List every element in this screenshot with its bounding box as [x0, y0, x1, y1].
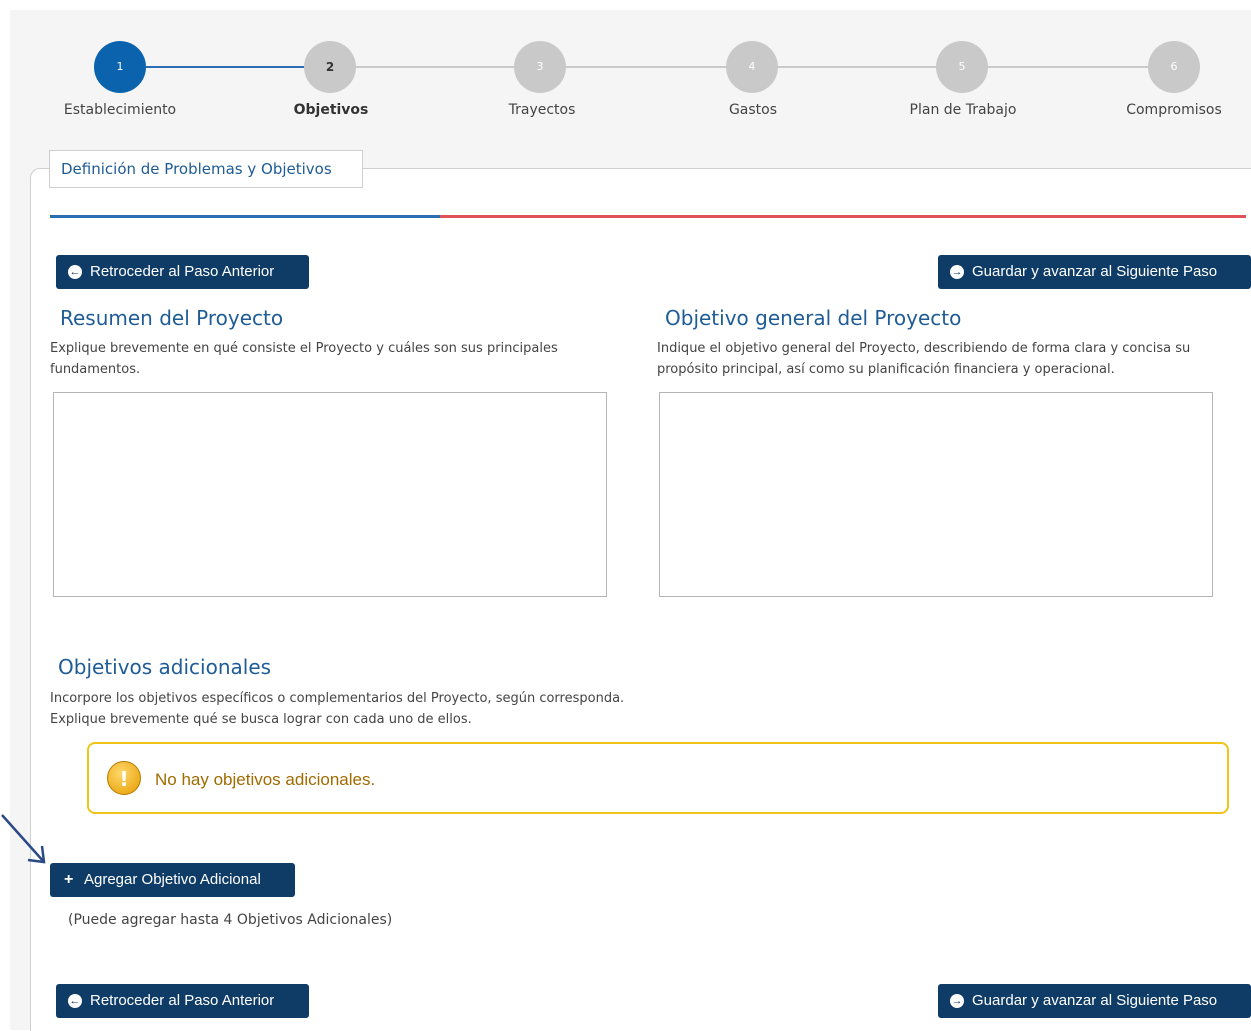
step-4-label[interactable]: Gastos [729, 102, 777, 118]
arrow-left-circle-icon: ← [68, 994, 82, 1008]
step-5-circle[interactable]: 5 [936, 41, 988, 93]
next-button-bottom[interactable]: → Guardar y avanzar al Siguiente Paso [938, 984, 1251, 1018]
step-1-circle[interactable]: 1 [94, 41, 146, 93]
adicionales-description-line1: Incorpore los objetivos específicos o co… [50, 691, 625, 706]
step-connector-1 [146, 66, 304, 68]
step-4-circle[interactable]: 4 [726, 41, 778, 93]
adicionales-title: Objetivos adicionales [58, 655, 272, 679]
step-1-label[interactable]: Establecimiento [64, 102, 176, 118]
plus-icon: + [64, 871, 74, 888]
step-connector-3 [566, 66, 726, 68]
next-button-label: Guardar y avanzar al Siguiente Paso [972, 263, 1218, 280]
section-legend: Definición de Problemas y Objetivos [49, 150, 363, 188]
form-section [30, 168, 1251, 1031]
arrow-right-circle-icon: → [950, 265, 964, 279]
objetivo-general-description: Indique el objetivo general del Proyecto… [657, 341, 1191, 377]
back-button-bottom[interactable]: ← Retroceder al Paso Anterior [56, 984, 309, 1018]
arrow-right-circle-icon: → [950, 994, 964, 1008]
step-connector-4 [778, 66, 936, 68]
next-button-label: Guardar y avanzar al Siguiente Paso [972, 992, 1218, 1009]
step-3-circle[interactable]: 3 [514, 41, 566, 93]
adicionales-description-line2: Explique brevemente qué se busca lograr … [50, 712, 472, 727]
alert-message: No hay objetivos adicionales. [155, 770, 376, 789]
step-connector-5 [988, 66, 1148, 68]
arrow-left-circle-icon: ← [68, 265, 82, 279]
resumen-description: Explique brevemente en qué consiste el P… [50, 341, 558, 377]
resumen-textarea[interactable] [53, 392, 607, 597]
progress-bar-remaining [440, 215, 1246, 218]
step-2-circle[interactable]: 2 [304, 41, 356, 93]
back-button-top[interactable]: ← Retroceder al Paso Anterior [56, 255, 309, 289]
objetivo-general-textarea[interactable] [659, 392, 1213, 597]
no-objectives-alert: ! No hay objetivos adicionales. [87, 742, 1229, 814]
add-objective-button[interactable]: + Agregar Objetivo Adicional [50, 863, 295, 897]
step-connector-2 [356, 66, 514, 68]
adicionales-description: Incorpore los objetivos específicos o co… [50, 688, 850, 730]
step-6-circle[interactable]: 6 [1148, 41, 1200, 93]
back-button-label: Retroceder al Paso Anterior [90, 992, 275, 1009]
step-2-label[interactable]: Objetivos [294, 102, 369, 118]
step-6-label[interactable]: Compromisos [1126, 102, 1222, 118]
back-button-label: Retroceder al Paso Anterior [90, 263, 275, 280]
resumen-title: Resumen del Proyecto [60, 306, 284, 330]
step-3-label[interactable]: Trayectos [509, 102, 576, 118]
objetivo-general-title: Objetivo general del Proyecto [665, 306, 962, 330]
progress-bar-filled [50, 215, 440, 218]
limit-note: (Puede agregar hasta 4 Objetivos Adicion… [68, 912, 393, 928]
add-objective-label: Agregar Objetivo Adicional [84, 871, 261, 888]
step-5-label[interactable]: Plan de Trabajo [910, 102, 1017, 118]
next-button-top[interactable]: → Guardar y avanzar al Siguiente Paso [938, 255, 1251, 289]
warning-icon: ! [107, 761, 141, 795]
